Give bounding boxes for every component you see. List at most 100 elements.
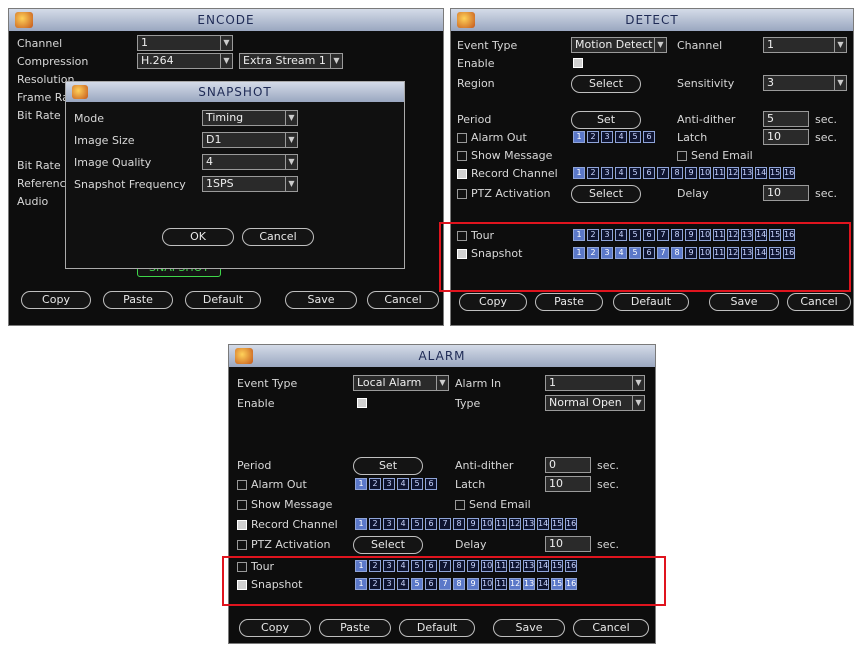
paste-button[interactable]: Paste — [103, 291, 173, 309]
copy-button[interactable]: Copy — [459, 293, 527, 311]
alarm-out-channel-4[interactable]: 4 — [397, 478, 409, 490]
record-channel-1[interactable]: 1 — [573, 167, 585, 179]
delay-input[interactable]: 10 — [545, 536, 591, 552]
sensitivity-select[interactable]: 3 ▼ — [763, 75, 847, 91]
cancel-button[interactable]: Cancel — [787, 293, 851, 311]
record-channel-checkbox[interactable] — [237, 520, 247, 530]
channel-select[interactable]: 1 ▼ — [763, 37, 847, 53]
event-type-select[interactable]: Motion Detect ▼ — [571, 37, 667, 53]
record-channel-5[interactable]: 5 — [629, 167, 641, 179]
channel-select[interactable]: 1 ▼ — [137, 35, 233, 51]
alarm-out-channel-4[interactable]: 4 — [615, 131, 627, 143]
record-channel-3[interactable]: 3 — [601, 167, 613, 179]
record-channel-10[interactable]: 10 — [481, 518, 493, 530]
send-email-checkbox[interactable] — [677, 151, 687, 161]
default-button[interactable]: Default — [613, 293, 689, 311]
latch-input[interactable]: 10 — [545, 476, 591, 492]
record-channel-2[interactable]: 2 — [369, 518, 381, 530]
ok-button[interactable]: OK — [162, 228, 234, 246]
alarm-out-channel-6[interactable]: 6 — [425, 478, 437, 490]
ptz-activation-checkbox[interactable] — [237, 540, 247, 550]
record-channel-10[interactable]: 10 — [699, 167, 711, 179]
record-channel-6[interactable]: 6 — [425, 518, 437, 530]
alarm-out-channel-6[interactable]: 6 — [643, 131, 655, 143]
period-button-label: Set — [378, 459, 398, 472]
send-email-checkbox[interactable] — [455, 500, 465, 510]
record-channel-14[interactable]: 14 — [537, 518, 549, 530]
copy-button[interactable]: Copy — [239, 619, 311, 637]
snapshot-frequency-select[interactable]: 1SPS ▼ — [202, 176, 298, 192]
record-channel-5[interactable]: 5 — [411, 518, 423, 530]
show-message-checkbox[interactable] — [457, 151, 467, 161]
save-button[interactable]: Save — [285, 291, 357, 309]
record-channel-11[interactable]: 11 — [495, 518, 507, 530]
alarm-out-checkbox[interactable] — [237, 480, 247, 490]
record-channel-13[interactable]: 13 — [523, 518, 535, 530]
copy-button[interactable]: Copy — [21, 291, 91, 309]
record-channel-15[interactable]: 15 — [769, 167, 781, 179]
period-set-button[interactable]: Set — [353, 457, 423, 475]
record-channel-7[interactable]: 7 — [439, 518, 451, 530]
alarm-out-channel-5[interactable]: 5 — [411, 478, 423, 490]
paste-button[interactable]: Paste — [535, 293, 603, 311]
record-channel-9[interactable]: 9 — [685, 167, 697, 179]
record-channel-7[interactable]: 7 — [657, 167, 669, 179]
compression-select[interactable]: H.264 ▼ — [137, 53, 233, 69]
record-channel-16[interactable]: 16 — [783, 167, 795, 179]
record-channel-8[interactable]: 8 — [453, 518, 465, 530]
alarm-out-channel-3[interactable]: 3 — [383, 478, 395, 490]
cancel-button[interactable]: Cancel — [367, 291, 439, 309]
ptz-select-button[interactable]: Select — [571, 185, 641, 203]
record-channel-2[interactable]: 2 — [587, 167, 599, 179]
alarm-out-channel-1[interactable]: 1 — [573, 131, 585, 143]
record-channel-3[interactable]: 3 — [383, 518, 395, 530]
record-channel-1[interactable]: 1 — [355, 518, 367, 530]
default-button[interactable]: Default — [185, 291, 261, 309]
record-channel-11[interactable]: 11 — [713, 167, 725, 179]
record-channel-13[interactable]: 13 — [741, 167, 753, 179]
image-size-select[interactable]: D1 ▼ — [202, 132, 298, 148]
save-button[interactable]: Save — [493, 619, 565, 637]
delay-input[interactable]: 10 — [763, 185, 809, 201]
alarm-out-checkbox[interactable] — [457, 133, 467, 143]
record-channel-16[interactable]: 16 — [565, 518, 577, 530]
ptz-select-button[interactable]: Select — [353, 536, 423, 554]
region-select-button[interactable]: Select — [571, 75, 641, 93]
alarm-in-select[interactable]: 1 ▼ — [545, 375, 645, 391]
anti-dither-input[interactable]: 5 — [763, 111, 809, 127]
anti-dither-input[interactable]: 0 — [545, 457, 591, 473]
show-message-checkbox[interactable] — [237, 500, 247, 510]
alarm-out-channel-3[interactable]: 3 — [601, 131, 613, 143]
record-channel-6[interactable]: 6 — [643, 167, 655, 179]
image-quality-select[interactable]: 4 ▼ — [202, 154, 298, 170]
cancel-button[interactable]: Cancel — [573, 619, 649, 637]
record-channel-4[interactable]: 4 — [397, 518, 409, 530]
type-select[interactable]: Normal Open ▼ — [545, 395, 645, 411]
period-set-button[interactable]: Set — [571, 111, 641, 129]
record-channel-checkbox[interactable] — [457, 169, 467, 179]
enable-checkbox[interactable] — [357, 398, 367, 408]
record-channel-8[interactable]: 8 — [671, 167, 683, 179]
record-channel-4[interactable]: 4 — [615, 167, 627, 179]
anti-dither-label: Anti-dither — [455, 459, 514, 472]
paste-button[interactable]: Paste — [319, 619, 391, 637]
alarm-out-channel-2[interactable]: 2 — [369, 478, 381, 490]
enable-checkbox[interactable] — [573, 58, 583, 68]
event-type-select[interactable]: Local Alarm ▼ — [353, 375, 449, 391]
record-channel-12[interactable]: 12 — [727, 167, 739, 179]
default-button[interactable]: Default — [399, 619, 475, 637]
record-channel-9[interactable]: 9 — [467, 518, 479, 530]
ptz-activation-checkbox[interactable] — [457, 189, 467, 199]
record-channel-12[interactable]: 12 — [509, 518, 521, 530]
ptz-activation-label: PTZ Activation — [471, 187, 551, 200]
record-channel-14[interactable]: 14 — [755, 167, 767, 179]
alarm-out-channel-2[interactable]: 2 — [587, 131, 599, 143]
latch-input[interactable]: 10 — [763, 129, 809, 145]
stream-select[interactable]: Extra Stream 1 ▼ — [239, 53, 343, 69]
save-button[interactable]: Save — [709, 293, 779, 311]
alarm-out-channel-5[interactable]: 5 — [629, 131, 641, 143]
mode-select[interactable]: Timing ▼ — [202, 110, 298, 126]
dialog-cancel-button[interactable]: Cancel — [242, 228, 314, 246]
alarm-out-channel-1[interactable]: 1 — [355, 478, 367, 490]
record-channel-15[interactable]: 15 — [551, 518, 563, 530]
